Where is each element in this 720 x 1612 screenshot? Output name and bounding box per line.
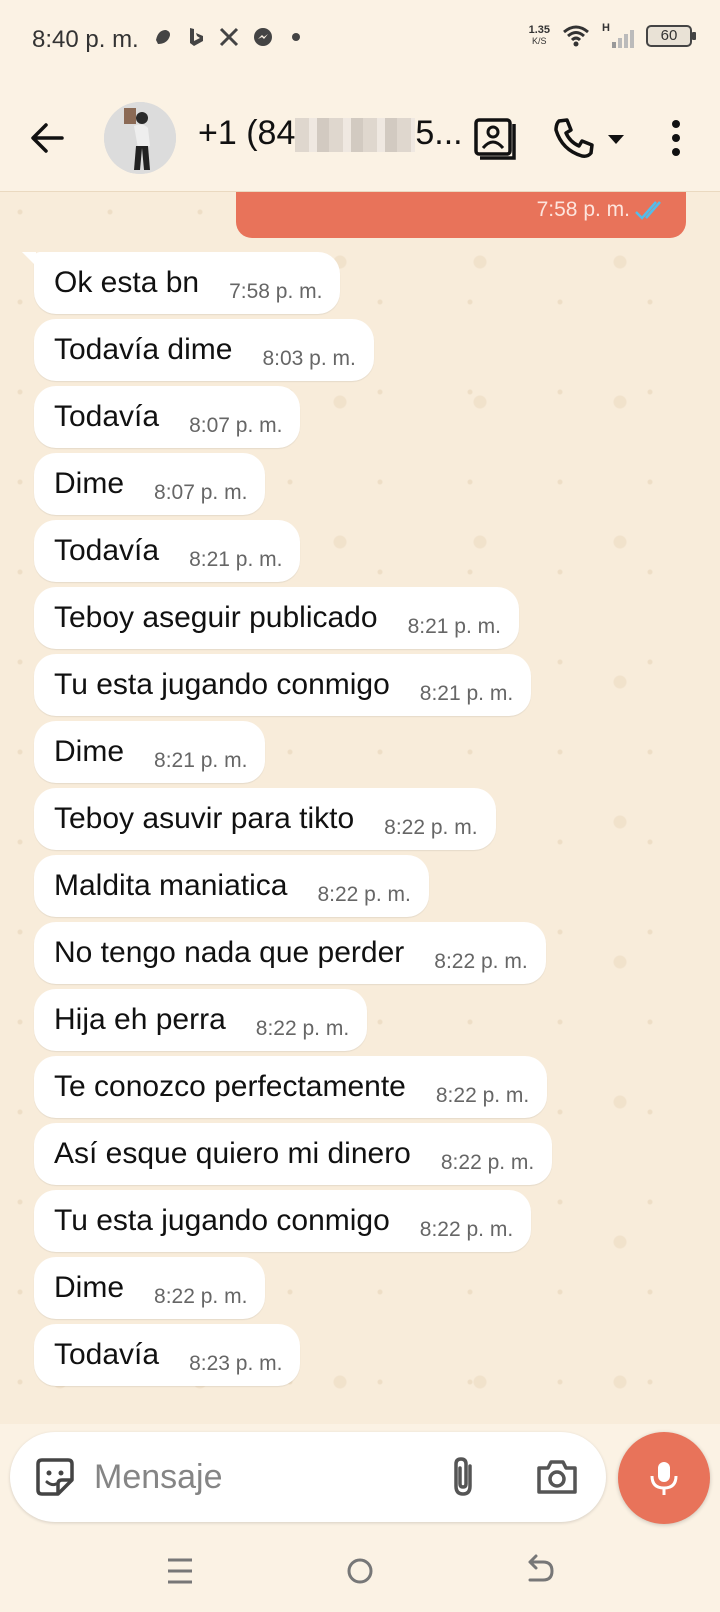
- incoming-message-bubble[interactable]: Tu esta jugando conmigo 8:22 p. m.: [34, 1190, 532, 1252]
- incoming-message-bubble[interactable]: Dime 8:22 p. m.: [34, 1257, 266, 1319]
- message-text: Tu esta jugando conmigo: [54, 1204, 390, 1237]
- message-text: Te conozco perfectamente: [54, 1070, 406, 1103]
- status-time: 8:40 p. m.: [32, 26, 139, 53]
- message-text: Dime: [54, 1271, 125, 1304]
- contact-card-icon[interactable]: [470, 114, 518, 162]
- incoming-message-bubble[interactable]: Todavía dime 8:03 p. m.: [34, 319, 374, 381]
- camera-icon[interactable]: [534, 1454, 580, 1500]
- contact-name-prefix: +1 (84: [198, 114, 296, 152]
- incoming-message-bubble[interactable]: Teboy asuvir para tikto 8:22 p. m.: [34, 788, 496, 850]
- microphone-icon: [650, 1462, 678, 1495]
- incoming-message-bubble[interactable]: Dime 8:21 p. m.: [34, 721, 266, 783]
- battery-indicator: 60: [646, 25, 696, 47]
- redacted-phone-digits: [295, 118, 416, 153]
- message-time: 8:22 p. m.: [154, 1285, 248, 1308]
- wifi-icon: [563, 25, 589, 47]
- message-text: Dime: [54, 735, 125, 768]
- contact-name[interactable]: +1 (84 5...: [198, 114, 463, 153]
- status-bar: 8:40 p. m. 1.35 K/S H 60: [0, 0, 720, 84]
- incoming-message-bubble[interactable]: Dime 8:07 p. m.: [34, 453, 266, 515]
- incoming-message-bubble[interactable]: Ok esta bn 7:58 p. m.: [22, 252, 341, 314]
- message-text: Así esque quiero mi dinero: [54, 1137, 411, 1170]
- message-time: 8:22 p. m.: [434, 950, 528, 973]
- message-time: 8:21 p. m.: [154, 749, 248, 772]
- network-speed: 1.35 K/S: [529, 25, 550, 47]
- read-ticks-icon: [635, 201, 661, 220]
- phone-call-icon[interactable]: [550, 114, 598, 162]
- message-time: 8:23 p. m.: [189, 1352, 283, 1375]
- message-time: 8:07 p. m.: [189, 414, 283, 437]
- message-time: 8:21 p. m.: [407, 615, 501, 638]
- recent-apps-icon[interactable]: [155, 1546, 205, 1596]
- messenger-icon: [254, 28, 272, 46]
- system-indicators: 1.35 K/S H 60: [529, 22, 696, 48]
- message-text: Todavía: [54, 534, 160, 567]
- incoming-message-bubble[interactable]: Así esque quiero mi dinero 8:22 p. m.: [34, 1123, 553, 1185]
- message-input[interactable]: [94, 1450, 414, 1504]
- notification-app-icon: [156, 30, 170, 44]
- incoming-message-bubble[interactable]: Hija eh perra 8:22 p. m.: [34, 989, 368, 1051]
- back-nav-icon[interactable]: [515, 1546, 565, 1596]
- message-time: 7:58 p. m.: [229, 280, 323, 303]
- avatar-image: [104, 102, 176, 174]
- message-time: 7:58 p. m.: [536, 198, 630, 221]
- bing-icon: [190, 28, 203, 46]
- contact-name-suffix: 5...: [415, 114, 463, 152]
- network-speed-unit: K/S: [532, 36, 547, 46]
- voice-message-button[interactable]: [618, 1432, 710, 1524]
- incoming-message-bubble[interactable]: Todavía 8:23 p. m.: [34, 1324, 301, 1386]
- call-dropdown-icon[interactable]: [604, 114, 628, 162]
- cell-signal: H: [602, 22, 634, 48]
- message-text: Maldita maniatica: [54, 869, 288, 902]
- message-time: 8:03 p. m.: [262, 347, 356, 370]
- contact-avatar[interactable]: [104, 102, 176, 174]
- paperclip-icon[interactable]: [440, 1454, 486, 1500]
- chat-header: +1 (84 5...: [0, 84, 720, 192]
- more-notifications-dot: [292, 33, 300, 41]
- message-text: No tengo nada que perder: [54, 936, 405, 969]
- sticker-icon[interactable]: [32, 1454, 78, 1500]
- x-twitter-icon: [219, 27, 239, 47]
- message-text: Todavía: [54, 400, 160, 433]
- back-arrow-icon[interactable]: [24, 114, 72, 162]
- incoming-message-bubble[interactable]: Todavía 8:21 p. m.: [34, 520, 301, 582]
- message-composer: [10, 1432, 606, 1522]
- message-time: 8:22 p. m.: [255, 1017, 350, 1040]
- incoming-message-bubble[interactable]: Teboy aseguir publicado 8:21 p. m.: [34, 587, 519, 649]
- network-speed-value: 1.35: [528, 24, 550, 36]
- chat-messages-area[interactable]: 7:58 p. m. Ok esta bn 7:58 p. m. Todavía d…: [0, 192, 720, 1424]
- message-time: 8:22 p. m.: [419, 1218, 514, 1241]
- message-text: Teboy aseguir publicado: [54, 601, 378, 634]
- outgoing-message-bubble[interactable]: 7:58 p. m.: [236, 192, 686, 238]
- message-time: 8:21 p. m.: [189, 548, 283, 571]
- message-text: Teboy asuvir para tikto: [54, 802, 355, 835]
- more-options-icon[interactable]: [664, 114, 688, 162]
- incoming-message-bubble[interactable]: Tu esta jugando conmigo 8:21 p. m.: [34, 654, 532, 716]
- bubble-tail: [22, 252, 36, 266]
- message-text: Todavía: [54, 1338, 160, 1371]
- system-navigation-bar: [0, 1530, 720, 1612]
- message-text: Todavía dime: [54, 333, 233, 366]
- message-text: Hija eh perra: [54, 1003, 226, 1036]
- notification-icons: [152, 26, 300, 48]
- message-text: Dime: [54, 467, 125, 500]
- incoming-message-bubble[interactable]: Maldita maniatica 8:22 p. m.: [34, 855, 429, 917]
- message-time: 8:22 p. m.: [435, 1084, 530, 1107]
- network-type: H: [602, 22, 610, 34]
- message-time: 8:21 p. m.: [419, 682, 514, 705]
- incoming-message-bubble[interactable]: No tengo nada que perder 8:22 p. m.: [34, 922, 546, 984]
- message-time: 8:07 p. m.: [154, 481, 248, 504]
- message-text: Tu esta jugando conmigo: [54, 668, 390, 701]
- message-time: 8:22 p. m.: [384, 816, 478, 839]
- home-icon[interactable]: [335, 1546, 385, 1596]
- incoming-message-bubble[interactable]: Todavía 8:07 p. m.: [34, 386, 301, 448]
- message-time: 8:22 p. m.: [440, 1151, 535, 1174]
- message-time: 8:22 p. m.: [317, 883, 411, 906]
- incoming-message-bubble[interactable]: Te conozco perfectamente 8:22 p. m.: [34, 1056, 548, 1118]
- message-text: Ok esta bn: [54, 266, 200, 299]
